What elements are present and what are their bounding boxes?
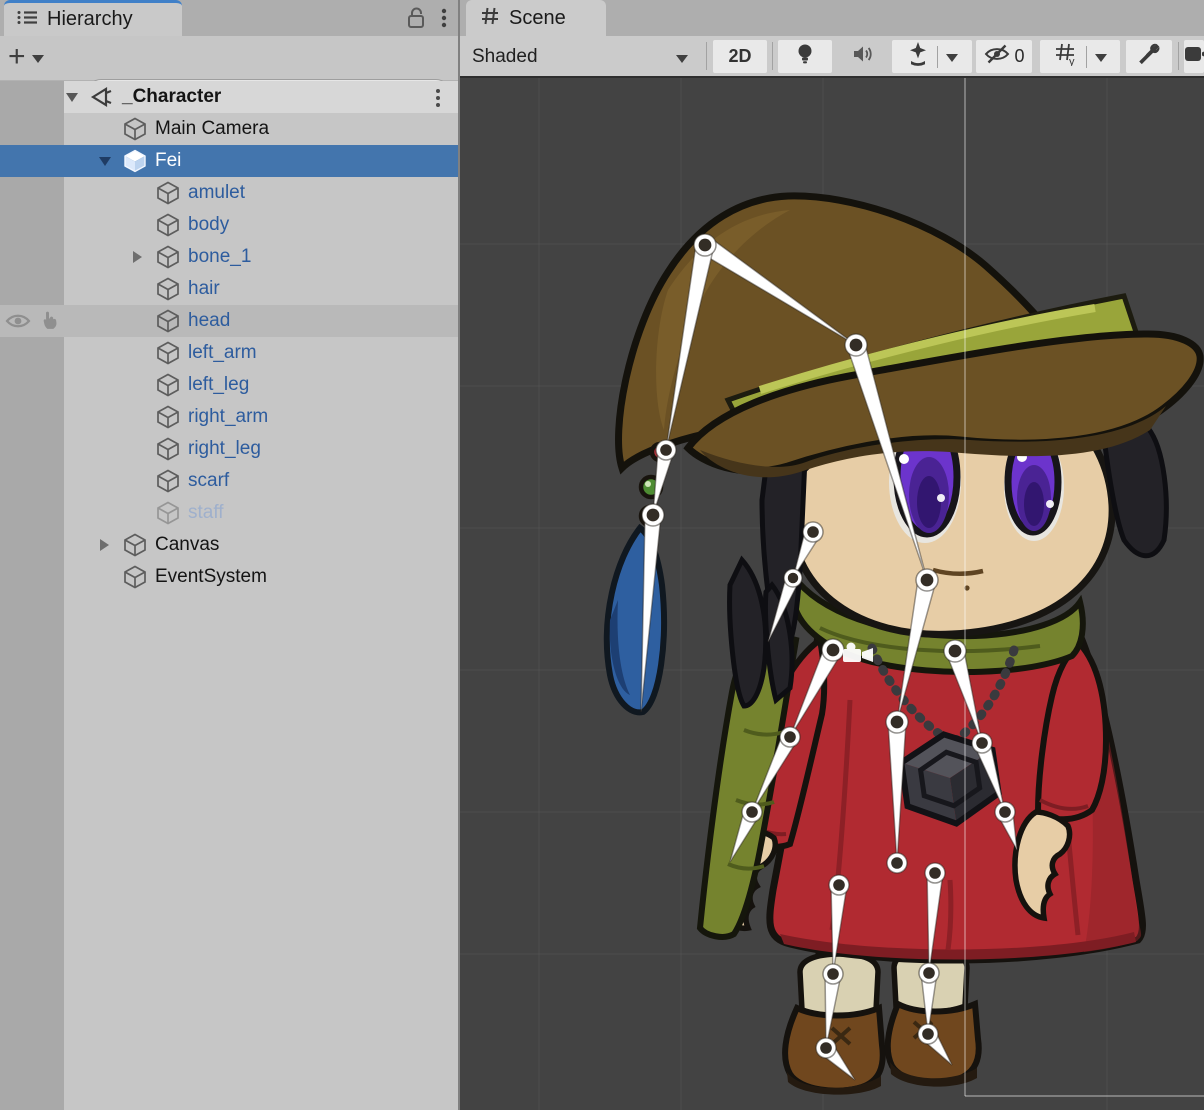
- chevron-down-icon: [32, 55, 44, 63]
- cube-icon: [155, 209, 181, 241]
- cube-icon: [122, 561, 148, 593]
- hierarchy-panel: Hierarchy +: [0, 0, 458, 1110]
- cube-icon: [155, 337, 181, 369]
- list-icon: [16, 8, 38, 31]
- hierarchy-row[interactable]: left_leg: [0, 369, 458, 401]
- row-label: Canvas: [155, 529, 219, 561]
- 2d-label: 2D: [728, 46, 751, 67]
- scene-canvas: [460, 78, 1204, 1110]
- hierarchy-row[interactable]: body: [0, 209, 458, 241]
- pick-hand-icon[interactable]: [38, 309, 62, 339]
- cube-icon: [155, 369, 181, 401]
- hierarchy-row[interactable]: right_leg: [0, 433, 458, 465]
- scene-panel: Scene Shaded 2D: [460, 0, 1204, 1110]
- kebab-menu-icon[interactable]: [440, 6, 448, 35]
- row-label: body: [188, 209, 229, 241]
- camera-icon: [1184, 44, 1204, 69]
- unity-logo-icon: [89, 81, 115, 113]
- row-label: scarf: [188, 465, 229, 497]
- eye-slash-icon: [983, 43, 1011, 70]
- hierarchy-row[interactable]: right_arm: [0, 401, 458, 433]
- grid-visibility-button[interactable]: y: [1040, 40, 1120, 73]
- add-gameobject-button[interactable]: +: [8, 40, 60, 74]
- cube-icon: [155, 177, 181, 209]
- svg-text:y: y: [1069, 56, 1075, 66]
- hierarchy-tab-bar: Hierarchy: [0, 0, 458, 36]
- hierarchy-tab-label: Hierarchy: [47, 8, 133, 31]
- cube-icon: [122, 113, 148, 145]
- scene-lighting-button[interactable]: [778, 40, 832, 73]
- tab-hierarchy[interactable]: Hierarchy: [4, 0, 182, 36]
- camera-preview-button[interactable]: [1184, 40, 1204, 73]
- row-label: amulet: [188, 177, 245, 209]
- cube-icon: [155, 305, 181, 337]
- hierarchy-row[interactable]: amulet: [0, 177, 458, 209]
- cube-icon: [155, 241, 181, 273]
- cube-icon: [155, 433, 181, 465]
- speaker-icon: [851, 43, 875, 70]
- light-bulb-icon: [795, 42, 815, 71]
- cube-icon: [122, 529, 148, 561]
- tab-scene[interactable]: Scene: [466, 0, 606, 36]
- row-label: Main Camera: [155, 113, 269, 145]
- grid-icon: [480, 6, 500, 31]
- row-label: bone_1: [188, 241, 251, 273]
- dropdown-caret-icon: [946, 54, 958, 62]
- prefab-cube-icon: [122, 145, 148, 177]
- hierarchy-row[interactable]: Main Camera: [0, 113, 458, 145]
- expander-closed-icon[interactable]: [98, 529, 110, 561]
- hidden-object-count: 0: [1014, 46, 1024, 67]
- dropdown-caret-icon: [676, 55, 688, 63]
- draw-mode-dropdown[interactable]: Shaded: [466, 40, 698, 73]
- row-label: staff: [188, 497, 224, 529]
- hierarchy-toolbar: +: [0, 36, 458, 81]
- effects-sparkle-icon: [907, 41, 929, 72]
- unity-editor-window: Hierarchy +: [0, 0, 1204, 1110]
- row-label: _Character: [122, 81, 221, 113]
- dropdown-caret-icon: [1095, 54, 1107, 62]
- row-label: left_leg: [188, 369, 249, 401]
- cube-icon: [155, 465, 181, 497]
- hierarchy-row[interactable]: staff: [0, 497, 458, 529]
- row-label: hair: [188, 273, 220, 305]
- unlock-icon[interactable]: [406, 6, 426, 35]
- row-label: Fei: [155, 145, 181, 177]
- hierarchy-row[interactable]: EventSystem: [0, 561, 458, 593]
- expander-closed-icon[interactable]: [131, 241, 143, 273]
- hierarchy-row[interactable]: hair: [0, 273, 458, 305]
- cube-icon: [155, 401, 181, 433]
- editor-tools-button[interactable]: [1126, 40, 1172, 73]
- grid-axis-icon: y: [1054, 42, 1078, 71]
- scene-tab-label: Scene: [509, 7, 566, 30]
- effects-dropdown-button[interactable]: [892, 40, 972, 73]
- scene-tab-bar: Scene: [460, 0, 1204, 36]
- hierarchy-row[interactable]: _Character: [64, 81, 458, 113]
- cube-icon: [155, 497, 181, 529]
- scene-visibility-button[interactable]: 0: [976, 40, 1032, 73]
- row-label: right_arm: [188, 401, 268, 433]
- draw-mode-label: Shaded: [472, 46, 538, 68]
- row-label: left_arm: [188, 337, 257, 369]
- cube-icon: [155, 273, 181, 305]
- kebab-menu-icon[interactable]: [434, 88, 442, 114]
- hierarchy-row[interactable]: Fei: [0, 145, 458, 177]
- hierarchy-row[interactable]: left_arm: [0, 337, 458, 369]
- expander-open-icon[interactable]: [65, 81, 79, 113]
- row-label: EventSystem: [155, 561, 267, 593]
- hierarchy-row[interactable]: bone_1: [0, 241, 458, 273]
- hierarchy-row[interactable]: scarf: [0, 465, 458, 497]
- scene-toolbar: Shaded 2D: [460, 36, 1204, 78]
- hierarchy-row[interactable]: head: [0, 305, 458, 337]
- scene-audio-button[interactable]: [836, 40, 890, 73]
- eye-icon[interactable]: [5, 309, 31, 339]
- scene-viewport[interactable]: [460, 78, 1204, 1110]
- row-label: head: [188, 305, 230, 337]
- expander-open-icon[interactable]: [98, 145, 112, 177]
- row-label: right_leg: [188, 433, 261, 465]
- hierarchy-row[interactable]: Canvas: [0, 529, 458, 561]
- wrench-pencil-icon: [1136, 41, 1162, 72]
- plus-icon: +: [8, 42, 26, 72]
- 2d-toggle-button[interactable]: 2D: [713, 40, 767, 73]
